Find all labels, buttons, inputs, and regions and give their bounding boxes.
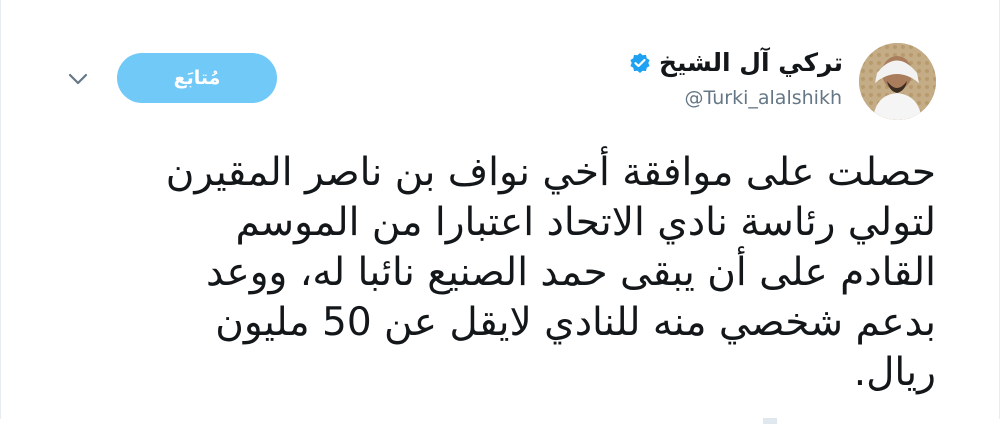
tweet-line: حصلت على موافقة أخي نواف بن ناصر المقيرن: [165, 150, 936, 195]
following-button[interactable]: مُتابَع: [117, 53, 277, 103]
cut-off-icon: [761, 409, 779, 424]
verified-badge-icon: [629, 52, 651, 74]
user-handle[interactable]: @Turki_alalshikh: [685, 86, 842, 110]
tweet-line: القادم على أن يبقى حمد الصنيع نائبا له، …: [205, 250, 936, 295]
profile-photo-icon: [859, 43, 936, 120]
tweet-line: بدعم شخصي منه للنادي لايقل عن 50 مليون: [215, 300, 936, 345]
tweet-line: ريال.: [853, 350, 936, 395]
tweet-text: حصلت على موافقة أخي نواف بن ناصر المقيرن…: [76, 148, 936, 398]
display-name[interactable]: تركي آل الشيخ: [659, 48, 843, 78]
avatar[interactable]: [859, 43, 936, 120]
tweet-card: تركي آل الشيخ @Turki_alalshikh مُتابَع ح…: [0, 0, 1000, 424]
name-row: تركي آل الشيخ: [629, 48, 843, 78]
tweet-line: لتولي رئاسة نادي الاتحاد اعتبارا من المو…: [235, 200, 936, 245]
chevron-down-icon[interactable]: [65, 68, 91, 90]
